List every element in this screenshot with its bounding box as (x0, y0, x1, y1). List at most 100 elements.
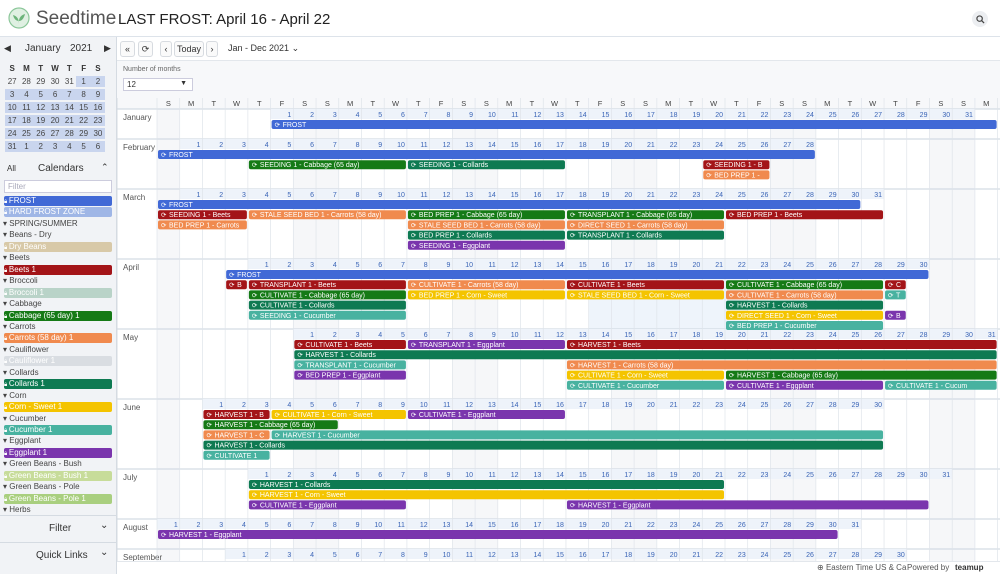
day-number[interactable]: 3 (356, 332, 360, 339)
day-number[interactable]: 6 (287, 522, 291, 529)
day-number[interactable]: 14 (556, 262, 564, 269)
day-number[interactable]: 26 (829, 472, 837, 479)
day-number[interactable]: 16 (602, 472, 610, 479)
event-bar[interactable] (203, 420, 338, 430)
day-number[interactable]: 16 (624, 112, 632, 119)
day-number[interactable]: 26 (783, 402, 791, 409)
event-bar[interactable] (566, 370, 724, 380)
minical-day[interactable]: 24 (5, 128, 20, 139)
minical-day[interactable]: 29 (76, 128, 91, 139)
day-number[interactable]: 28 (806, 142, 814, 149)
day-number[interactable]: 2 (287, 262, 291, 269)
minical-day[interactable]: 17 (5, 115, 20, 126)
day-number[interactable]: 4 (333, 262, 337, 269)
day-number[interactable]: 29 (829, 192, 837, 199)
event-bar[interactable] (885, 310, 906, 320)
day-number[interactable]: 8 (469, 332, 473, 339)
day-number[interactable]: 23 (692, 192, 700, 199)
minical-day[interactable]: 12 (33, 102, 48, 113)
day-number[interactable]: 9 (446, 262, 450, 269)
day-number[interactable]: 15 (533, 402, 541, 409)
day-number[interactable]: 30 (897, 552, 905, 559)
day-number[interactable]: 1 (242, 552, 246, 559)
day-number[interactable]: 18 (692, 332, 700, 339)
day-number[interactable]: 22 (761, 112, 769, 119)
day-number[interactable]: 19 (692, 112, 700, 119)
day-number[interactable]: 16 (556, 402, 564, 409)
day-number[interactable]: 27 (897, 332, 905, 339)
day-number[interactable]: 3 (242, 192, 246, 199)
day-number[interactable]: 31 (988, 332, 996, 339)
day-number[interactable]: 15 (624, 332, 632, 339)
day-number[interactable]: 4 (265, 192, 269, 199)
day-number[interactable]: 9 (424, 552, 428, 559)
event-bar[interactable] (203, 440, 884, 450)
day-number[interactable]: 26 (761, 192, 769, 199)
day-number[interactable]: 2 (242, 402, 246, 409)
day-number[interactable]: 13 (465, 192, 473, 199)
minical-day[interactable]: 31 (62, 76, 76, 87)
day-number[interactable]: 21 (761, 332, 769, 339)
day-number[interactable]: 19 (602, 192, 610, 199)
event-bar[interactable] (158, 150, 815, 159)
day-number[interactable]: 15 (579, 472, 587, 479)
day-number[interactable]: 18 (647, 262, 655, 269)
day-number[interactable]: 15 (488, 522, 496, 529)
day-number[interactable]: 21 (715, 472, 723, 479)
day-number[interactable]: 4 (310, 552, 314, 559)
minical-day[interactable]: 22 (76, 115, 91, 126)
minical-day[interactable]: 14 (62, 102, 77, 113)
day-number[interactable]: 4 (378, 332, 382, 339)
event-bar[interactable] (203, 430, 270, 440)
day-number[interactable]: 29 (897, 262, 905, 269)
day-number[interactable]: 16 (602, 262, 610, 269)
event-bar[interactable] (226, 280, 247, 290)
day-number[interactable]: 24 (715, 192, 723, 199)
day-number[interactable]: 23 (738, 552, 746, 559)
day-number[interactable]: 28 (783, 522, 791, 529)
day-number[interactable]: 30 (829, 522, 837, 529)
day-number[interactable]: 11 (398, 522, 405, 529)
calendar-group[interactable]: ▾ Cauliflower (3, 345, 49, 355)
day-number[interactable]: 23 (670, 522, 678, 529)
minical-day[interactable]: 3 (47, 141, 63, 152)
day-number[interactable]: 1 (174, 522, 178, 529)
minical-day[interactable]: 6 (90, 141, 106, 152)
day-number[interactable]: 25 (806, 262, 814, 269)
day-number[interactable]: 14 (488, 142, 496, 149)
event-bar[interactable] (566, 360, 997, 370)
event-bar[interactable] (294, 350, 997, 360)
calendar-group[interactable]: ▾ Green Beans - Bush (3, 459, 82, 469)
day-number[interactable]: 21 (715, 262, 723, 269)
day-number[interactable]: 7 (378, 552, 382, 559)
day-number[interactable]: 28 (829, 402, 837, 409)
day-number[interactable]: 22 (715, 552, 723, 559)
day-number[interactable]: 9 (378, 142, 382, 149)
day-number[interactable]: 7 (424, 112, 428, 119)
day-number[interactable]: 30 (942, 112, 950, 119)
day-number[interactable]: 8 (424, 262, 428, 269)
event-bar[interactable] (248, 500, 406, 510)
minical-day[interactable]: 9 (90, 89, 106, 100)
minical-day[interactable]: 31 (5, 141, 20, 152)
day-number[interactable]: 20 (624, 142, 632, 149)
day-number[interactable]: 21 (624, 522, 632, 529)
day-number[interactable]: 21 (670, 402, 678, 409)
day-number[interactable]: 27 (829, 552, 837, 559)
day-number[interactable]: 8 (356, 192, 360, 199)
day-number[interactable]: 21 (692, 552, 700, 559)
day-number[interactable]: 16 (533, 192, 541, 199)
minical-day[interactable]: 1 (76, 76, 91, 87)
event-bar[interactable] (885, 280, 906, 290)
day-number[interactable]: 11 (466, 552, 473, 559)
day-number[interactable]: 17 (624, 472, 632, 479)
day-number[interactable]: 2 (219, 192, 223, 199)
event-bar[interactable] (566, 220, 724, 230)
minical-day[interactable]: 5 (33, 89, 48, 100)
event-bar[interactable] (158, 210, 247, 220)
event-bar[interactable] (248, 300, 406, 310)
day-number[interactable]: 10 (465, 262, 473, 269)
day-number[interactable]: 3 (310, 472, 314, 479)
day-number[interactable]: 14 (556, 472, 564, 479)
day-number[interactable]: 24 (692, 522, 700, 529)
